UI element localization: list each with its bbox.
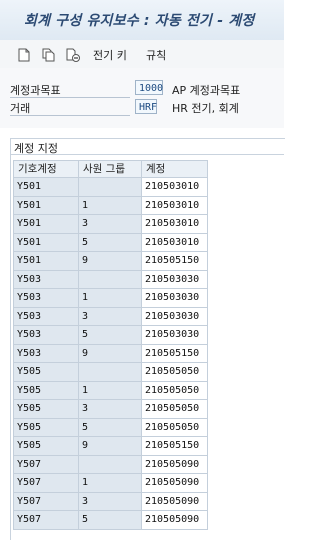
symbol-cell[interactable]: Y505 — [13, 400, 79, 419]
transaction-description: HR 전기, 회계 — [172, 102, 239, 115]
symbol-cell[interactable]: Y505 — [13, 437, 79, 456]
symbol-cell[interactable]: Y507 — [13, 474, 79, 493]
table-row[interactable]: Y503 210503030 — [13, 270, 208, 289]
employee-group-cell[interactable]: 3 — [79, 400, 142, 419]
table-row[interactable]: Y507 210505090 — [13, 455, 208, 474]
account-cell[interactable]: 210505050 — [142, 400, 208, 419]
table-row[interactable]: Y507 5 210505090 — [13, 511, 208, 530]
copy-document-icon[interactable] — [42, 47, 56, 62]
employee-group-cell[interactable]: 1 — [79, 474, 142, 493]
employee-group-cell[interactable]: 9 — [79, 437, 142, 456]
account-cell[interactable]: 210505150 — [142, 344, 208, 363]
symbol-cell[interactable]: Y507 — [13, 511, 79, 530]
account-assignment-table: Y501 210503010 Y501 1 210503010 Y501 3 21050301… — [13, 178, 208, 530]
chart-of-accounts-description: AP 계정과목표 — [172, 84, 241, 97]
employee-group-cell[interactable]: 3 — [79, 492, 142, 511]
table-row[interactable]: Y503 5 210503030 — [13, 326, 208, 345]
posting-key-button[interactable]: 전기 키 — [93, 47, 127, 63]
account-cell[interactable]: 210503030 — [142, 307, 208, 326]
delete-document-icon[interactable] — [66, 47, 80, 62]
table-row[interactable]: Y501 9 210505150 — [13, 252, 208, 271]
account-cell[interactable]: 210503030 — [142, 270, 208, 289]
employee-group-cell[interactable] — [79, 455, 142, 474]
header-fields — [0, 68, 284, 128]
column-header-employee-group[interactable]: 사원 그룹 — [78, 160, 142, 178]
employee-group-cell[interactable]: 5 — [79, 418, 142, 437]
account-cell[interactable]: 210505090 — [142, 511, 208, 530]
symbol-cell[interactable]: Y501 — [13, 252, 79, 271]
table-row[interactable]: Y501 210503010 — [13, 178, 208, 197]
table-row[interactable]: Y501 5 210503010 — [13, 233, 208, 252]
employee-group-cell[interactable]: 9 — [79, 252, 142, 271]
table-row[interactable]: Y505 9 210505150 — [13, 437, 208, 456]
account-cell[interactable]: 210503030 — [142, 289, 208, 308]
symbol-cell[interactable]: Y505 — [13, 381, 79, 400]
title-bar: 회계 구성 유지보수 : 자동 전기 - 계정 — [0, 0, 284, 41]
employee-group-cell[interactable] — [79, 363, 142, 382]
employee-group-cell[interactable]: 9 — [79, 344, 142, 363]
symbol-cell[interactable]: Y501 — [13, 196, 79, 215]
table-row[interactable]: Y503 1 210503030 — [13, 289, 208, 308]
employee-group-cell[interactable]: 1 — [79, 289, 142, 308]
symbol-cell[interactable]: Y501 — [13, 178, 79, 197]
table-row[interactable]: Y507 1 210505090 — [13, 474, 208, 493]
employee-group-cell[interactable]: 1 — [79, 196, 142, 215]
rules-button[interactable]: 규칙 — [146, 47, 166, 63]
table-row[interactable]: Y501 1 210503010 — [13, 196, 208, 215]
symbol-cell[interactable]: Y503 — [13, 289, 79, 308]
chart-of-accounts-field[interactable]: 1000 — [135, 80, 163, 95]
page-title: 회계 구성 유지보수 : 자동 전기 - 계정 — [24, 13, 255, 29]
table-row[interactable]: Y505 3 210505050 — [13, 400, 208, 419]
employee-group-cell[interactable]: 3 — [79, 307, 142, 326]
transaction-field[interactable]: HRF — [135, 99, 157, 114]
account-cell[interactable]: 210503010 — [142, 215, 208, 234]
symbol-cell[interactable]: Y501 — [13, 215, 79, 234]
employee-group-cell[interactable] — [79, 178, 142, 197]
account-cell[interactable]: 210505090 — [142, 455, 208, 474]
employee-group-cell[interactable]: 5 — [79, 233, 142, 252]
symbol-cell[interactable]: Y503 — [13, 307, 79, 326]
table-row[interactable]: Y505 1 210505050 — [13, 381, 208, 400]
symbol-cell[interactable]: Y507 — [13, 492, 79, 511]
account-cell[interactable]: 210505050 — [142, 363, 208, 382]
symbol-cell[interactable]: Y505 — [13, 363, 79, 382]
account-cell[interactable]: 210505090 — [142, 492, 208, 511]
label-underline — [10, 97, 130, 98]
symbol-cell[interactable]: Y501 — [13, 233, 79, 252]
column-header-symbol[interactable]: 기호계정 — [13, 160, 79, 178]
account-cell[interactable]: 210505150 — [142, 252, 208, 271]
employee-group-cell[interactable]: 5 — [79, 511, 142, 530]
account-cell[interactable]: 210505050 — [142, 381, 208, 400]
symbol-cell[interactable]: Y503 — [13, 344, 79, 363]
group-divider — [10, 154, 284, 155]
employee-group-cell[interactable] — [79, 270, 142, 289]
table-row[interactable]: Y503 3 210503030 — [13, 307, 208, 326]
account-cell[interactable]: 210503010 — [142, 196, 208, 215]
table-row[interactable]: Y505 5 210505050 — [13, 418, 208, 437]
account-cell[interactable]: 210503010 — [142, 233, 208, 252]
account-cell[interactable]: 210503010 — [142, 178, 208, 197]
account-cell[interactable]: 210505050 — [142, 418, 208, 437]
account-cell[interactable]: 210505150 — [142, 437, 208, 456]
symbol-cell[interactable]: Y503 — [13, 270, 79, 289]
application-toolbar: 전기 키 규칙 — [0, 40, 284, 69]
symbol-cell[interactable]: Y505 — [13, 418, 79, 437]
table-row[interactable]: Y505 210505050 — [13, 363, 208, 382]
account-cell[interactable]: 210503030 — [142, 326, 208, 345]
chart-of-accounts-label: 계정과목표 — [10, 84, 61, 97]
table-row[interactable]: Y503 9 210505150 — [13, 344, 208, 363]
symbol-cell[interactable]: Y507 — [13, 455, 79, 474]
symbol-cell[interactable]: Y503 — [13, 326, 79, 345]
employee-group-cell[interactable]: 3 — [79, 215, 142, 234]
table-row[interactable]: Y501 3 210503010 — [13, 215, 208, 234]
transaction-label: 거래 — [10, 102, 31, 115]
column-header-account[interactable]: 계정 — [141, 160, 208, 178]
new-document-icon[interactable] — [18, 47, 30, 62]
employee-group-cell[interactable]: 1 — [79, 381, 142, 400]
employee-group-cell[interactable]: 5 — [79, 326, 142, 345]
label-underline — [10, 115, 130, 116]
account-cell[interactable]: 210505090 — [142, 474, 208, 493]
table-row[interactable]: Y507 3 210505090 — [13, 492, 208, 511]
